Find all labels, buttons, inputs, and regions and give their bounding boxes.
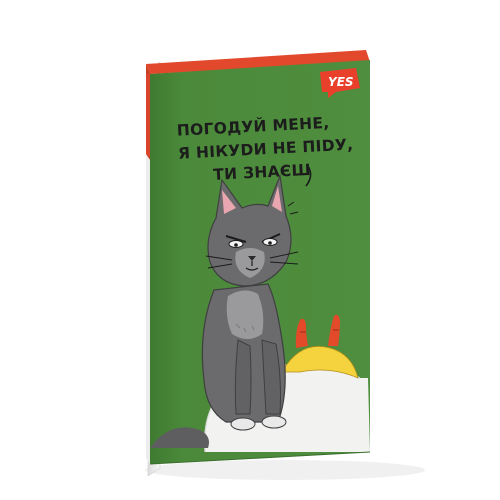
drop-shadow: [145, 460, 425, 480]
back-cover-edge: [146, 154, 150, 464]
notebook-product-image: YES ПОГОДУЙ МЕНЕ, Я НІКУDИ НЕ ПІDУ, ТИ З…: [145, 50, 425, 480]
brand-logo-text: YES: [328, 75, 354, 89]
